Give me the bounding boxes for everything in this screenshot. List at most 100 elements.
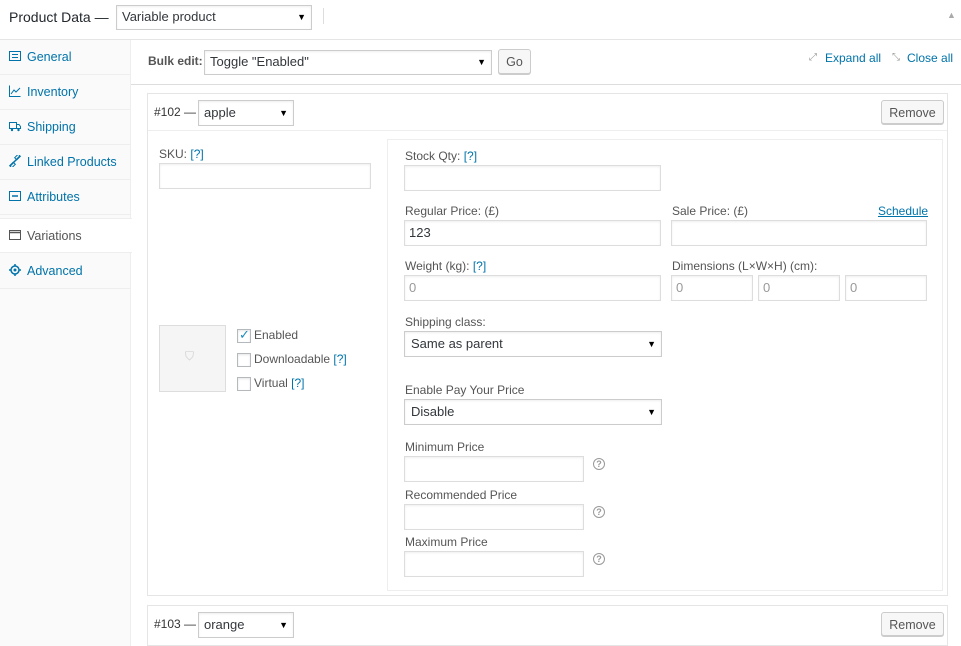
bulk-edit-label: Bulk edit: [148, 54, 203, 68]
pay-your-price-value: Disable [411, 404, 455, 419]
variation-attribute-value: apple [204, 105, 236, 120]
variation-attribute-select[interactable]: orange ▼ [198, 612, 294, 638]
dimensions-label: Dimensions (L×W×H) (cm): [672, 259, 818, 273]
help-icon[interactable]: [?] [291, 376, 304, 390]
sale-price-input[interactable] [671, 220, 927, 246]
close-all-link[interactable]: Close all [907, 51, 953, 65]
pay-your-price-select[interactable]: Disable ▼ [404, 399, 662, 425]
inventory-icon [9, 85, 21, 97]
chevron-down-icon: ▼ [279, 108, 288, 118]
recommended-price-input[interactable] [404, 504, 584, 530]
product-type-value: Variable product [122, 9, 216, 24]
product-data-tabs: General Inventory Shipping Linked Produc… [0, 40, 132, 646]
expand-all-link[interactable]: Expand all [825, 51, 881, 65]
chevron-down-icon: ▼ [477, 57, 486, 67]
shipping-class-select[interactable]: Same as parent ▼ [404, 331, 662, 357]
weight-input[interactable]: 0 [404, 275, 661, 301]
variation-102: #102 — apple ▼ Remove SKU: [?] ⛉ ✓ Enabl… [147, 93, 948, 596]
sku-input[interactable] [159, 163, 371, 189]
variation-id: #102 — [154, 105, 197, 119]
variation-header[interactable]: #102 — apple ▼ Remove [148, 94, 947, 131]
image-placeholder-icon: ⛉ [185, 349, 195, 363]
collapse-icon: ⤡ [892, 52, 900, 63]
minimum-price-input[interactable] [404, 456, 584, 482]
maximum-price-label: Maximum Price [405, 535, 488, 549]
virtual-label: Virtual [?] [254, 376, 305, 390]
maximum-price-input[interactable] [404, 551, 584, 577]
tab-advanced[interactable]: Advanced [0, 254, 131, 289]
variation-attribute-select[interactable]: apple ▼ [198, 100, 294, 126]
variation-fields-panel: Stock Qty: [?] Regular Price: (£) 123 Sa… [387, 139, 943, 591]
variation-header[interactable]: #103 — orange ▼ Remove [148, 606, 947, 643]
link-icon [9, 155, 21, 167]
variation-attribute-value: orange [204, 617, 245, 632]
enabled-label: Enabled [254, 328, 299, 342]
question-icon[interactable]: ? [593, 506, 605, 518]
chevron-down-icon: ▼ [647, 339, 656, 349]
general-icon [9, 51, 21, 61]
regular-price-input[interactable]: 123 [404, 220, 661, 246]
height-input[interactable]: 0 [845, 275, 927, 301]
remove-variation-button[interactable]: Remove [881, 100, 944, 124]
tab-shipping[interactable]: Shipping [0, 110, 131, 145]
shipping-icon [9, 122, 21, 132]
question-icon[interactable]: ? [593, 553, 605, 565]
minimum-price-label: Minimum Price [405, 440, 485, 454]
tab-variations[interactable]: Variations [0, 218, 132, 253]
tab-label: Shipping [27, 120, 76, 134]
sku-label: SKU: [?] [159, 147, 204, 161]
go-button[interactable]: Go [498, 49, 531, 74]
product-type-select[interactable]: Variable product ▼ [116, 5, 312, 30]
chevron-down-icon: ▼ [647, 407, 656, 417]
expand-icon: ⤢ [809, 52, 817, 63]
help-icon[interactable]: [?] [333, 352, 346, 366]
enabled-checkbox[interactable]: ✓ [237, 327, 251, 343]
tab-linked-products[interactable]: Linked Products [0, 145, 131, 180]
tab-label: Attributes [27, 190, 80, 204]
help-icon[interactable]: [?] [464, 149, 477, 163]
stock-qty-label: Stock Qty: [?] [405, 149, 478, 163]
attributes-icon [9, 191, 21, 201]
tab-label: Inventory [27, 85, 79, 99]
tab-inventory[interactable]: Inventory [0, 75, 131, 110]
tab-label: Variations [27, 229, 82, 243]
gear-icon [9, 264, 21, 276]
weight-label: Weight (kg): [?] [405, 259, 487, 273]
tab-general[interactable]: General [0, 40, 131, 75]
bulk-edit-value: Toggle "Enabled" [210, 54, 309, 69]
downloadable-label: Downloadable [?] [254, 352, 347, 366]
virtual-checkbox[interactable] [237, 377, 251, 391]
tab-label: Advanced [27, 264, 83, 278]
header-divider [323, 8, 324, 24]
downloadable-checkbox[interactable] [237, 353, 251, 367]
variation-103: #103 — orange ▼ Remove [147, 605, 948, 646]
pay-your-price-label: Enable Pay Your Price [405, 383, 525, 397]
stock-qty-input[interactable] [404, 165, 661, 191]
chevron-down-icon: ▼ [297, 12, 306, 22]
width-input[interactable]: 0 [758, 275, 840, 301]
variations-icon [9, 230, 21, 240]
product-data-header: Product Data — Variable product ▼ ▲ [0, 0, 961, 40]
variation-id: #103 — [154, 617, 197, 631]
help-icon[interactable]: [?] [473, 259, 486, 273]
collapse-toggle-icon[interactable]: ▲ [947, 10, 956, 20]
question-icon[interactable]: ? [593, 458, 605, 470]
tab-label: General [27, 50, 72, 64]
checkmark-icon: ✓ [239, 327, 250, 342]
bulk-edit-select[interactable]: Toggle "Enabled" ▼ [204, 50, 492, 75]
remove-variation-button[interactable]: Remove [881, 612, 944, 636]
variation-body: SKU: [?] ⛉ ✓ Enabled Downloadable [?] Vi… [148, 131, 947, 595]
sale-price-label: Sale Price: (£) [672, 204, 749, 218]
length-input[interactable]: 0 [671, 275, 753, 301]
variation-image-upload[interactable]: ⛉ [159, 325, 226, 392]
variations-toolbar: Bulk edit: Toggle "Enabled" ▼ Go ⤢ Expan… [131, 40, 961, 85]
schedule-link[interactable]: Schedule [878, 204, 928, 218]
tab-label: Linked Products [27, 155, 117, 169]
product-data-title: Product Data — [9, 9, 109, 25]
shipping-class-label: Shipping class: [405, 315, 486, 329]
recommended-price-label: Recommended Price [405, 488, 518, 502]
shipping-class-value: Same as parent [411, 336, 503, 351]
regular-price-label: Regular Price: (£) [405, 204, 500, 218]
help-icon[interactable]: [?] [190, 147, 203, 161]
tab-attributes[interactable]: Attributes [0, 180, 131, 215]
